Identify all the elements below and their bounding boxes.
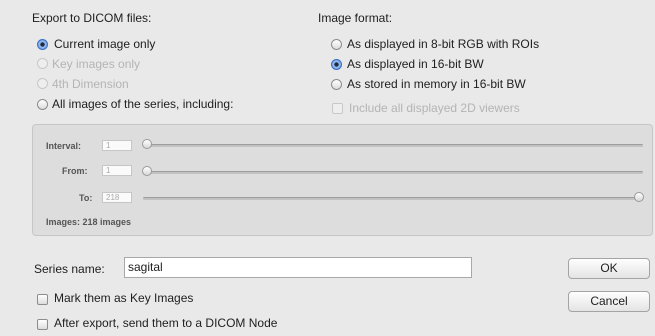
interval-slider-thumb[interactable]: [142, 139, 152, 149]
all-images-radio[interactable]: [37, 99, 48, 110]
stored-16bit-radio[interactable]: [331, 79, 342, 90]
format-section-title: Image format:: [318, 11, 393, 25]
stored-16bit-label[interactable]: As stored in memory in 16-bit BW: [347, 77, 526, 91]
to-label: To:: [79, 193, 93, 203]
fourth-dimension-label: 4th Dimension: [52, 77, 129, 91]
displayed-16bit-radio[interactable]: [331, 59, 342, 70]
interval-label: Interval:: [46, 141, 82, 151]
current-image-label[interactable]: Current image only: [54, 37, 155, 51]
series-name-input[interactable]: sagital: [124, 257, 472, 278]
current-image-radio[interactable]: [37, 39, 48, 50]
fourth-dimension-radio: [37, 78, 48, 89]
send-dicom-node-label[interactable]: After export, send them to a DICOM Node: [54, 316, 277, 330]
cancel-button[interactable]: Cancel: [568, 291, 650, 312]
series-name-label: Series name:: [34, 262, 105, 276]
include-2d-label: Include all displayed 2D viewers: [349, 101, 520, 115]
key-images-radio: [37, 58, 48, 69]
all-images-label[interactable]: All images of the series, including:: [52, 97, 233, 111]
key-images-label: Key images only: [52, 57, 141, 71]
from-field[interactable]: 1: [102, 165, 132, 176]
displayed-16bit-label[interactable]: As displayed in 16-bit BW: [347, 57, 484, 71]
export-section-title: Export to DICOM files:: [32, 11, 152, 25]
from-slider-thumb[interactable]: [142, 166, 152, 176]
interval-field[interactable]: 1: [102, 140, 132, 151]
to-field[interactable]: 218: [102, 192, 132, 203]
to-slider-track[interactable]: [143, 197, 643, 200]
send-dicom-node-checkbox[interactable]: [37, 319, 48, 330]
mark-key-images-checkbox[interactable]: [37, 294, 48, 305]
include-2d-checkbox: [332, 103, 343, 114]
from-slider-track[interactable]: [143, 171, 643, 174]
ok-button[interactable]: OK: [568, 258, 650, 279]
images-count: Images: 218 images: [46, 217, 132, 227]
interval-slider-track[interactable]: [143, 144, 643, 147]
to-slider-thumb[interactable]: [634, 192, 644, 202]
rgb-rois-label[interactable]: As displayed in 8-bit RGB with ROIs: [347, 37, 539, 51]
mark-key-images-label[interactable]: Mark them as Key Images: [54, 291, 193, 305]
rgb-rois-radio[interactable]: [331, 39, 342, 50]
from-label: From:: [62, 166, 88, 176]
